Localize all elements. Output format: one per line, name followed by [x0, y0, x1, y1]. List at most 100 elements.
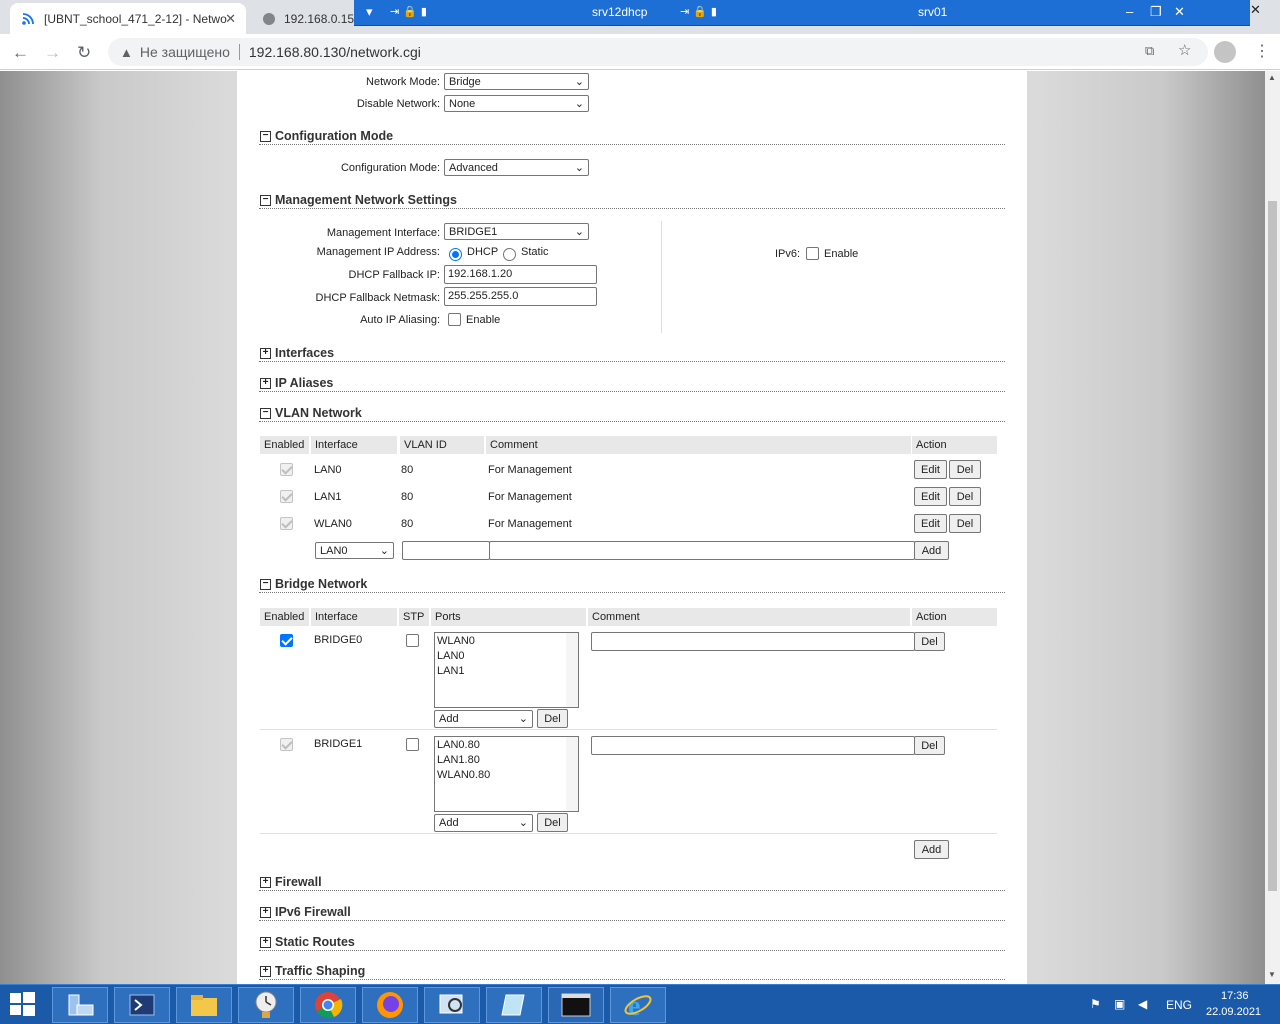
chevron-down-icon[interactable]: ▾: [366, 4, 373, 20]
list-item[interactable]: WLAN0: [437, 634, 576, 649]
collapse-icon[interactable]: −: [260, 131, 271, 142]
auto-ip-aliasing-checkbox[interactable]: [448, 313, 461, 326]
section-static-routes[interactable]: + Static Routes: [259, 935, 1005, 951]
expand-icon[interactable]: +: [260, 348, 271, 359]
section-traffic-shaping[interactable]: + Traffic Shaping: [259, 964, 1005, 980]
collapse-icon[interactable]: −: [260, 408, 271, 419]
reload-icon[interactable]: ↻: [77, 43, 91, 63]
bridge-port-add-select[interactable]: Add ⌄: [434, 814, 533, 832]
scrollbar[interactable]: [566, 633, 578, 707]
vlan-add-button[interactable]: Add: [914, 541, 949, 560]
expand-icon[interactable]: +: [260, 378, 271, 389]
warning-icon[interactable]: ▲: [120, 45, 133, 60]
clock-time[interactable]: 17:36: [1221, 990, 1249, 1002]
close-tab-icon[interactable]: ✕: [225, 11, 236, 27]
tray-network-icon[interactable]: ▣: [1114, 997, 1125, 1011]
bridge-comment-input[interactable]: [591, 632, 915, 651]
bridge-ports-listbox[interactable]: LAN0.80 LAN1.80 WLAN0.80: [434, 736, 579, 812]
forward-icon[interactable]: →: [44, 43, 61, 63]
expand-icon[interactable]: +: [260, 877, 271, 888]
scroll-up-icon[interactable]: ▲: [1268, 73, 1276, 82]
configuration-mode-select[interactable]: Advanced ⌄: [444, 159, 589, 176]
bridge-stp-checkbox[interactable]: [406, 738, 419, 751]
scrollbar[interactable]: [566, 737, 578, 811]
scroll-down-icon[interactable]: ▼: [1268, 970, 1276, 979]
list-item[interactable]: LAN0.80: [437, 738, 576, 753]
page-scrollbar[interactable]: ▲ ▼: [1265, 71, 1280, 984]
section-bridge-network[interactable]: − Bridge Network: [259, 577, 1005, 593]
task-scheduler-icon[interactable]: [238, 987, 294, 1023]
restore-icon[interactable]: ❐: [1150, 4, 1162, 20]
disable-network-select[interactable]: None ⌄: [444, 95, 589, 112]
language-indicator[interactable]: ENG: [1166, 998, 1192, 1012]
static-radio[interactable]: [503, 248, 516, 261]
powershell-icon[interactable]: [114, 987, 170, 1023]
expand-icon[interactable]: +: [260, 907, 271, 918]
vlan-new-interface-select[interactable]: LAN0 ⌄: [315, 542, 394, 559]
bookmark-star-icon[interactable]: ☆: [1178, 41, 1191, 59]
back-icon[interactable]: ←: [12, 43, 29, 63]
firefox-icon[interactable]: [362, 987, 418, 1023]
bridge-stp-checkbox[interactable]: [406, 634, 419, 647]
file-explorer-icon[interactable]: [176, 987, 232, 1023]
vlan-edit-button[interactable]: Edit: [914, 514, 947, 533]
network-mode-select[interactable]: Bridge ⌄: [444, 73, 589, 90]
chrome-icon[interactable]: [300, 987, 356, 1023]
close-icon[interactable]: ✕: [1174, 4, 1185, 20]
expand-icon[interactable]: +: [260, 937, 271, 948]
bridge-enabled-checkbox[interactable]: [280, 634, 293, 647]
section-ip-aliases[interactable]: + IP Aliases: [259, 376, 1005, 392]
bridge-add-button[interactable]: Add: [914, 840, 949, 859]
tray-volume-icon[interactable]: ◀: [1138, 997, 1147, 1011]
internet-explorer-icon[interactable]: e: [610, 987, 666, 1023]
menu-icon[interactable]: ⋮: [1254, 41, 1270, 61]
vlan-del-button[interactable]: Del: [949, 514, 981, 533]
vlan-new-id-input[interactable]: [402, 541, 490, 560]
ipv6-enable-checkbox[interactable]: [806, 247, 819, 260]
section-configuration-mode[interactable]: − Configuration Mode: [259, 129, 1005, 145]
bridge-port-del-button[interactable]: Del: [537, 813, 568, 832]
list-item[interactable]: WLAN0.80: [437, 768, 576, 783]
dhcp-radio[interactable]: [449, 248, 462, 261]
command-prompt-icon[interactable]: [548, 987, 604, 1023]
omnibox[interactable]: ▲ Не защищено 192.168.80.130/network.cgi…: [108, 38, 1208, 66]
dhcp-fallback-netmask-input[interactable]: 255.255.255.0: [444, 287, 597, 306]
tray-flag-icon[interactable]: ⚑: [1090, 997, 1101, 1011]
vlan-del-button[interactable]: Del: [949, 460, 981, 479]
list-item[interactable]: LAN1: [437, 664, 576, 679]
notepad-icon[interactable]: [486, 987, 542, 1023]
vlan-del-button[interactable]: Del: [949, 487, 981, 506]
translate-icon[interactable]: ⧉: [1145, 43, 1154, 59]
bridge-del-button[interactable]: Del: [914, 632, 945, 651]
bridge-port-del-button[interactable]: Del: [537, 709, 568, 728]
section-vlan-network[interactable]: − VLAN Network: [259, 406, 1005, 422]
server-manager-icon[interactable]: [52, 987, 108, 1023]
list-item[interactable]: LAN0: [437, 649, 576, 664]
section-interfaces[interactable]: + Interfaces: [259, 346, 1005, 362]
browser-tab-active[interactable]: [UBNT_school_471_2-12] - Netwo ✕: [10, 3, 246, 34]
pin-lock-signal-icons[interactable]: ⇥🔒▮: [390, 5, 431, 18]
section-firewall[interactable]: + Firewall: [259, 875, 1005, 891]
clock-date[interactable]: 22.09.2021: [1206, 1006, 1261, 1018]
profile-avatar-icon[interactable]: [1214, 41, 1236, 63]
vlan-edit-button[interactable]: Edit: [914, 460, 947, 479]
network-monitor-icon[interactable]: [424, 987, 480, 1023]
bridge-ports-listbox[interactable]: WLAN0 LAN0 LAN1: [434, 632, 579, 708]
dhcp-fallback-ip-input[interactable]: 192.168.1.20: [444, 265, 597, 284]
start-windows-icon[interactable]: [8, 991, 38, 1019]
collapse-icon[interactable]: −: [260, 579, 271, 590]
expand-icon[interactable]: +: [260, 966, 271, 977]
close-window-icon[interactable]: ✕: [1250, 2, 1261, 18]
bridge-comment-input[interactable]: [591, 736, 915, 755]
browser-tab[interactable]: 192.168.0.15: [252, 3, 362, 34]
minimize-icon[interactable]: –: [1126, 4, 1133, 19]
vlan-edit-button[interactable]: Edit: [914, 487, 947, 506]
bridge-del-button[interactable]: Del: [914, 736, 945, 755]
bridge-port-add-select[interactable]: Add ⌄: [434, 710, 533, 728]
section-ipv6-firewall[interactable]: + IPv6 Firewall: [259, 905, 1005, 921]
collapse-icon[interactable]: −: [260, 195, 271, 206]
vlan-new-comment-input[interactable]: [489, 541, 915, 560]
management-interface-select[interactable]: BRIDGE1 ⌄: [444, 223, 589, 240]
scrollbar-thumb[interactable]: [1268, 201, 1277, 891]
list-item[interactable]: LAN1.80: [437, 753, 576, 768]
